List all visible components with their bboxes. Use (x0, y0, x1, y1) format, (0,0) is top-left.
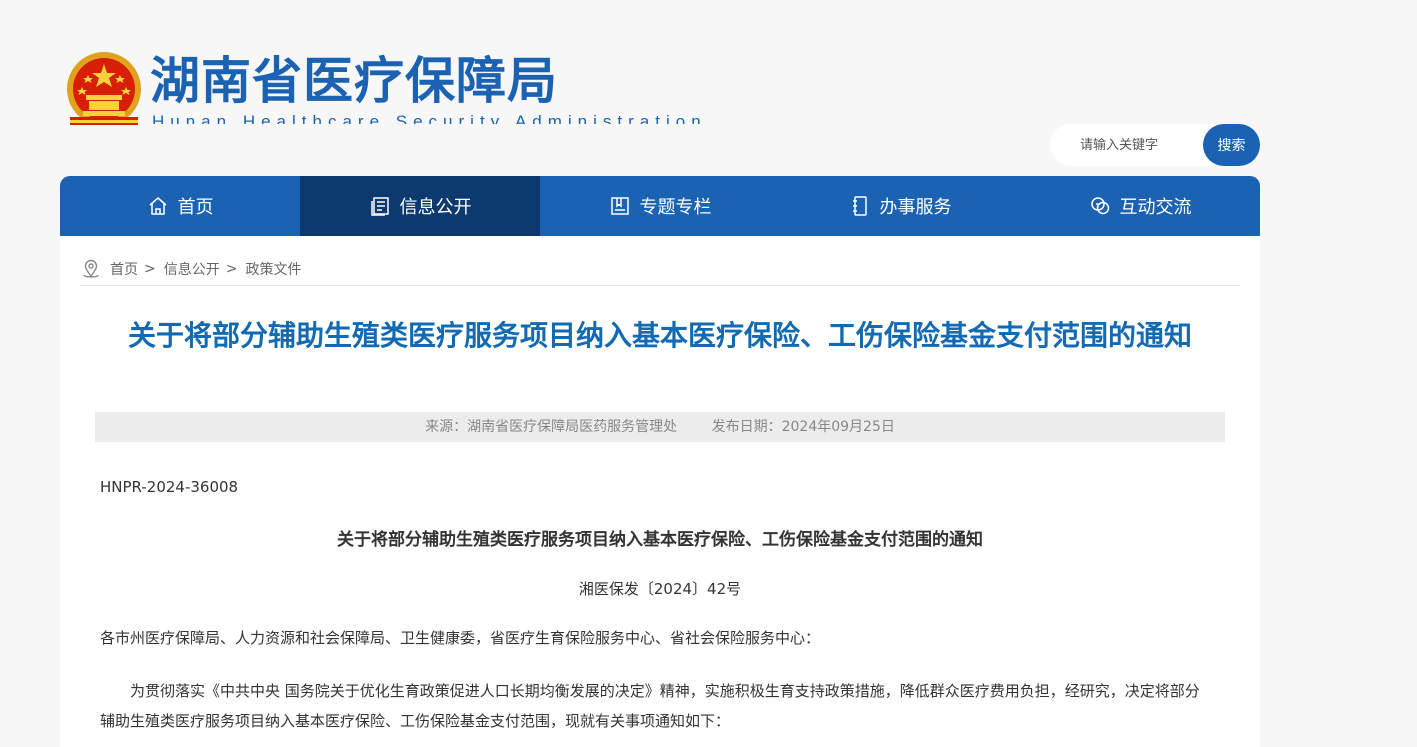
nav-item-label: 信息公开 (399, 197, 472, 218)
site-subtitle: Hunan Healthcare Security Administration (152, 112, 707, 124)
nav-item-info-disclosure[interactable]: 信息公开 (300, 176, 540, 236)
article-source: 来源：湖南省医疗保障局医药服务管理处 (425, 419, 678, 435)
nav-item-special-topics[interactable]: 专题专栏 (540, 176, 780, 236)
home-icon (147, 195, 169, 217)
divider (80, 285, 1240, 286)
notebook-icon (849, 195, 871, 217)
nav-item-home[interactable]: 首页 (60, 176, 300, 236)
breadcrumb: 首页 > 信息公开 > 政策文件 (80, 256, 301, 282)
document-title: 关于将部分辅助生殖类医疗服务项目纳入基本医疗保险、工伤保险基金支付范围的通知 (337, 530, 983, 550)
search-input[interactable] (1068, 124, 1208, 166)
site-title: 湖南省医疗保障局 (150, 51, 558, 110)
chat-bubbles-icon (1089, 195, 1111, 217)
search-button[interactable]: 搜索 (1203, 124, 1260, 166)
document-addressee: 各市州医疗保障局、人力资源和社会保障局、卫生健康委，省医疗生育保险服务中心、省社… (100, 629, 821, 647)
nav-item-label: 首页 (177, 197, 214, 218)
nav-item-interaction[interactable]: 互动交流 (1020, 176, 1260, 236)
book-icon (609, 195, 631, 217)
breadcrumb-separator: > (144, 261, 156, 277)
breadcrumb-separator: > (225, 261, 238, 277)
search-box: 搜索 (1050, 124, 1260, 166)
article-content: 首页 > 信息公开 > 政策文件 关于将部分辅助生殖类医疗服务项目纳入基本医疗保… (60, 236, 1260, 747)
national-emblem-icon[interactable] (66, 51, 142, 125)
breadcrumb-info-disclosure[interactable]: 信息公开 (164, 259, 220, 279)
breadcrumb-home[interactable]: 首页 (110, 259, 138, 279)
nav-item-label: 专题专栏 (639, 197, 712, 218)
document-list-icon (369, 195, 391, 217)
nav-item-services[interactable]: 办事服务 (780, 176, 1020, 236)
document-number: 湘医保发〔2024〕42号 (578, 580, 742, 598)
location-pin-icon (80, 258, 102, 280)
nav-item-label: 办事服务 (879, 197, 952, 218)
article-meta: 来源：湖南省医疗保障局医药服务管理处 发布日期：2024年09月25日 (95, 412, 1225, 442)
document-code: HNPR-2024-36008 (100, 478, 239, 496)
body-paragraph: 为贯彻落实《中共中央 国务院关于优化生育政策促进人口长期均衡发展的决定》精神，实… (100, 682, 1200, 730)
article-title: 关于将部分辅助生殖类医疗服务项目纳入基本医疗保险、工伤保险基金支付范围的通知 (127, 319, 1192, 352)
main-nav: 首页 信息公开 专题专栏 办事服务 互动交流 (60, 176, 1260, 236)
breadcrumb-policy-documents[interactable]: 政策文件 (245, 259, 301, 279)
nav-item-label: 互动交流 (1119, 197, 1192, 218)
site-header: 湖南省医疗保障局 Hunan Healthcare Security Admin… (0, 0, 1417, 176)
article-publish-date: 发布日期：2024年09月25日 (711, 419, 895, 435)
